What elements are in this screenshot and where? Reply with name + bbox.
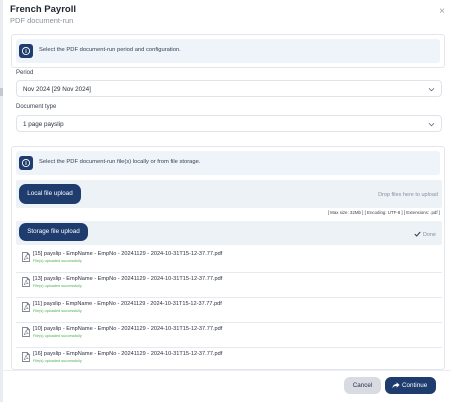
file-list-item: [11] payslip - EmpName - EmpNo - 2024112… (16, 298, 442, 323)
file-selection-panel: Select the PDF document-run file(s) loca… (11, 146, 445, 370)
continue-button[interactable]: Continue (385, 377, 436, 394)
done-label: Done (422, 232, 436, 238)
file-upload-status: File(s) uploaded successfully (33, 284, 82, 288)
storage-file-upload-button[interactable]: Storage file upload (19, 223, 88, 241)
file-upload-status: File(s) uploaded successfully (33, 359, 82, 363)
files-info-text: Select the PDF document-run file(s) loca… (39, 159, 201, 165)
file-upload-status: File(s) uploaded successfully (33, 334, 82, 338)
pdf-file-icon (22, 327, 30, 337)
footer-divider (0, 370, 451, 371)
file-name: [11] payslip - EmpName - EmpNo - 2024112… (33, 301, 222, 307)
period-label: Period (16, 70, 34, 76)
file-list-item: [13] payslip - EmpName - EmpNo - 2024112… (16, 273, 442, 298)
config-info-text: Select the PDF document-run period and c… (39, 47, 181, 53)
file-list-item: [15] payslip - EmpName - EmpNo - 2024112… (16, 248, 442, 273)
upload-constraints-text: [ Max size: 32Mb ] [ Encoding: UTF-8 ] [… (327, 210, 440, 215)
config-info-banner: Select the PDF document-run period and c… (16, 39, 440, 63)
period-select[interactable]: Nov 2024 [29 Nov 2024] (16, 80, 442, 97)
pdf-document-run-dialog: French Payroll PDF document-run × Select… (3, 0, 451, 402)
file-list-item: [10] payslip - EmpName - EmpNo - 2024112… (16, 323, 442, 348)
continue-label: Continue (402, 382, 428, 389)
info-icon (19, 156, 33, 170)
pdf-file-icon (22, 352, 30, 362)
pdf-file-icon (22, 277, 30, 287)
file-name: [15] payslip - EmpName - EmpNo - 2024112… (33, 251, 223, 257)
done-status: Done (414, 231, 436, 238)
document-type-label: Document type (16, 104, 57, 110)
check-icon (414, 231, 421, 237)
config-info-panel: Select the PDF document-run period and c… (11, 34, 445, 68)
file-name: [16] payslip - EmpName - EmpNo - 2024112… (33, 351, 223, 357)
document-type-value: 1 page payslip (23, 121, 64, 128)
file-name: [13] payslip - EmpName - EmpNo - 2024112… (33, 276, 223, 282)
file-upload-status: File(s) uploaded successfully (33, 309, 82, 313)
chevron-down-icon (428, 122, 435, 127)
drop-files-text: Drop files here to upload (378, 192, 438, 198)
storage-upload-zone: Storage file upload Done (16, 221, 442, 245)
info-icon (19, 44, 33, 58)
file-upload-status: File(s) uploaded successfully (33, 259, 82, 263)
pdf-file-icon (22, 252, 30, 262)
dialog-subtitle: PDF document-run (10, 16, 74, 25)
local-file-upload-button[interactable]: Local file upload (19, 184, 81, 204)
document-type-select[interactable]: 1 page payslip (16, 115, 442, 132)
share-arrow-icon (392, 382, 400, 389)
files-info-banner: Select the PDF document-run file(s) loca… (16, 151, 440, 175)
dialog-title: French Payroll (10, 4, 76, 15)
close-icon[interactable]: × (439, 7, 445, 17)
cancel-button[interactable]: Cancel (344, 377, 381, 394)
chevron-down-icon (428, 87, 435, 92)
pdf-file-icon (22, 302, 30, 312)
local-upload-dropzone[interactable]: Local file upload Drop files here to upl… (16, 180, 442, 208)
period-value: Nov 2024 [29 Nov 2024] (23, 86, 91, 93)
file-name: [10] payslip - EmpName - EmpNo - 2024112… (33, 326, 223, 332)
